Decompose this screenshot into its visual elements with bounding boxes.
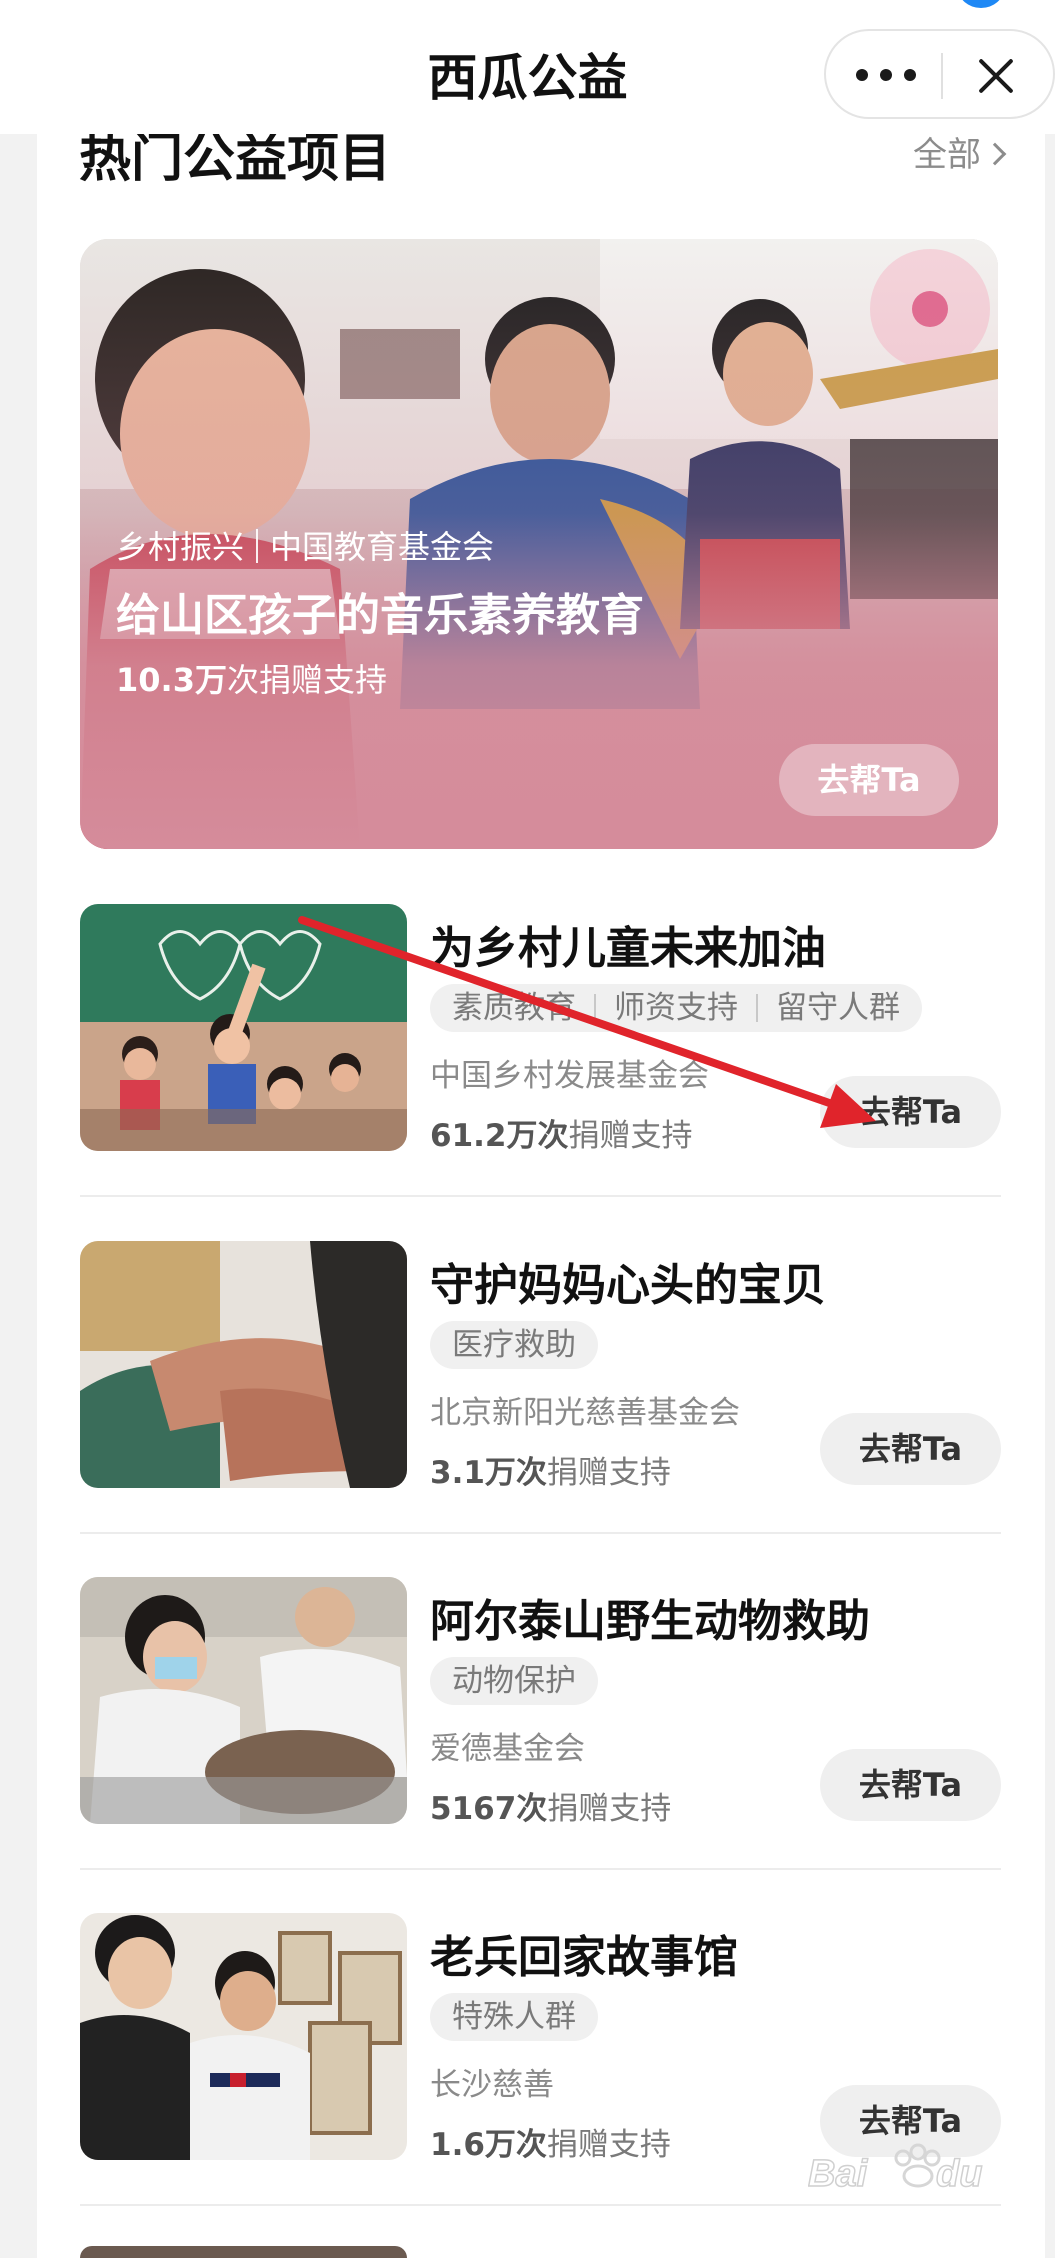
tag-separator — [594, 994, 596, 1022]
baidu-watermark: Bai du — [807, 2142, 1008, 2216]
project-donation-count: 3.1万次捐赠支持 — [430, 1447, 671, 1492]
see-all-label: 全部 — [913, 135, 981, 175]
project-thumbnail — [80, 1577, 407, 1824]
list-divider — [80, 1195, 1001, 1197]
help-button[interactable]: 去帮Ta — [820, 1076, 1001, 1148]
svg-text:du: du — [936, 2153, 982, 2195]
project-tags: 医疗救助 — [430, 1321, 598, 1369]
project-organization: 中国乡村发展基金会 — [430, 1058, 709, 1094]
count-value: 61.2万次 — [430, 1118, 569, 1154]
project-title: 老兵回家故事馆 — [430, 1932, 738, 1983]
hero-count-suffix: 次捐赠支持 — [226, 661, 387, 699]
tag: 师资支持 — [614, 990, 738, 1026]
hero-count-value: 10.3万 — [116, 661, 227, 699]
project-thumbnail — [80, 904, 407, 1151]
mini-program-capsule — [824, 29, 1055, 119]
project-item[interactable]: 为乡村儿童未来加油 素质教育 师资支持 留守人群 中国乡村发展基金会 61.2万次捐… — [80, 904, 1001, 1204]
tag: 素质教育 — [452, 990, 576, 1026]
count-suffix: 捐赠支持 — [546, 1455, 671, 1491]
project-organization: 长沙慈善 — [430, 2067, 554, 2103]
project-item[interactable]: 守护妈妈心头的宝贝 医疗救助 北京新阳光慈善基金会 3.1万次捐赠支持 去帮Ta — [80, 1241, 1001, 1541]
tag: 特殊人群 — [452, 1999, 576, 2035]
chevron-right-icon — [983, 142, 1007, 166]
hero-donation-count: 10.3万次捐赠支持 — [116, 655, 387, 701]
tag: 动物保护 — [452, 1663, 576, 1699]
see-all-link[interactable]: 全部 — [913, 134, 1007, 176]
hero-category: 乡村振兴 — [116, 528, 245, 566]
project-title: 守护妈妈心头的宝贝 — [430, 1260, 826, 1311]
count-value: 5167次 — [430, 1791, 548, 1827]
project-thumbnail — [80, 1241, 407, 1488]
more-dots-icon[interactable] — [856, 69, 916, 83]
list-divider — [80, 1868, 1001, 1870]
project-tags: 素质教育 师资支持 留守人群 — [430, 984, 922, 1032]
hero-help-button[interactable]: 去帮Ta — [779, 744, 959, 816]
count-value: 3.1万次 — [430, 1455, 547, 1491]
project-title: 为乡村儿童未来加油 — [430, 923, 826, 974]
project-thumbnail — [80, 1913, 407, 2160]
svg-text:Bai: Bai — [808, 2153, 869, 2195]
project-item[interactable]: 阿尔泰山野生动物救助 动物保护 爱德基金会 5167次捐赠支持 去帮Ta — [80, 1577, 1001, 1877]
next-project-thumbnail-peek — [80, 2246, 407, 2258]
project-organization: 爱德基金会 — [430, 1731, 585, 1767]
project-organization: 北京新阳光慈善基金会 — [430, 1395, 740, 1431]
count-suffix: 捐赠支持 — [568, 1118, 693, 1154]
hero-title: 给山区孩子的音乐素养教育 — [116, 590, 644, 641]
count-suffix: 捐赠支持 — [546, 2127, 671, 2163]
baidu-paw-icon: Bai du — [807, 2143, 983, 2196]
tag: 医疗救助 — [452, 1327, 576, 1363]
count-value: 1.6万次 — [430, 2127, 547, 2163]
meta-separator — [256, 529, 259, 563]
hot-projects-card: 热门公益项目 全部 乡村振兴 中国教育基金会 给山区孩子的音乐素养教育 10.3… — [37, 129, 1045, 2258]
project-donation-count: 1.6万次捐赠支持 — [430, 2119, 671, 2164]
project-donation-count: 5167次捐赠支持 — [430, 1783, 671, 1828]
count-suffix: 捐赠支持 — [547, 1791, 672, 1827]
hero-meta: 乡村振兴 中国教育基金会 — [116, 522, 494, 568]
tag: 留守人群 — [776, 990, 900, 1026]
project-donation-count: 61.2万次捐赠支持 — [430, 1110, 693, 1155]
hero-organization: 中国教育基金会 — [270, 528, 495, 566]
project-tags: 动物保护 — [430, 1657, 598, 1705]
notification-dot — [958, 0, 1004, 8]
list-divider — [80, 1532, 1001, 1534]
capsule-divider — [941, 53, 943, 99]
tag-separator — [756, 994, 758, 1022]
help-button[interactable]: 去帮Ta — [820, 1749, 1001, 1821]
featured-project-banner[interactable]: 乡村振兴 中国教育基金会 给山区孩子的音乐素养教育 10.3万次捐赠支持 去帮Ta — [80, 239, 998, 849]
help-button[interactable]: 去帮Ta — [820, 1413, 1001, 1485]
top-bar: 西瓜公益 — [0, 0, 1055, 134]
section-title: 热门公益项目 — [79, 129, 392, 189]
close-icon[interactable] — [976, 56, 1016, 96]
project-tags: 特殊人群 — [430, 1993, 598, 2041]
project-title: 阿尔泰山野生动物救助 — [430, 1596, 870, 1647]
